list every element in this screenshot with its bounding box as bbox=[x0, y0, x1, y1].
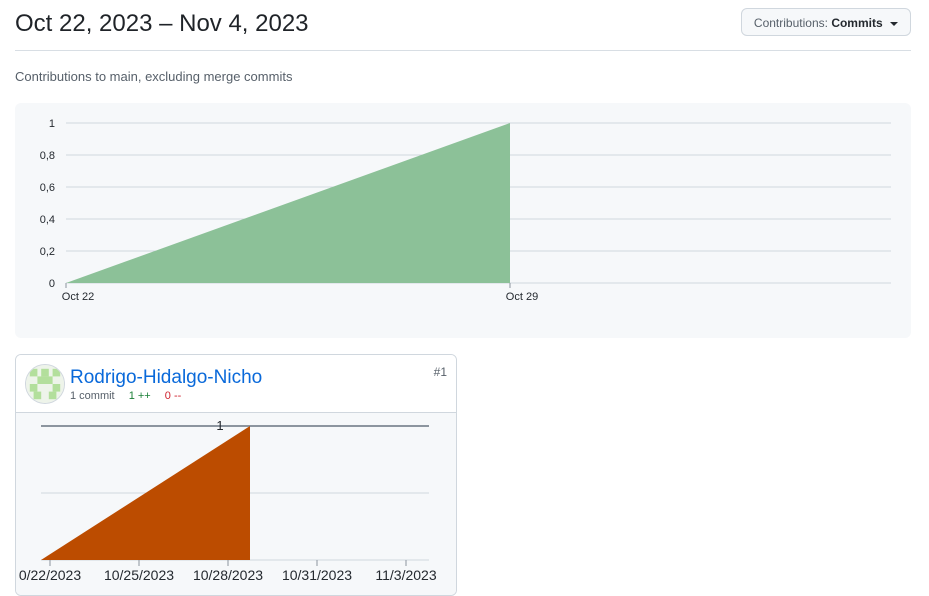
additions-count: 1 ++ bbox=[128, 390, 151, 402]
contributor-chart-svg: 1 0/22/2023 10/25/2023 10/28/2023 10/31/2023… bbox=[19, 418, 437, 583]
main-contributions-chart: 0 0,2 0,4 0,6 0,8 1 Oct 22 Oct 29 bbox=[15, 103, 911, 338]
contributor-card-header: Rodrigo-Hidalgo-Nicho 1 commit 1 ++ 0 --… bbox=[16, 355, 456, 413]
page-header: Oct 22, 2023 – Nov 4, 2023 Contributions… bbox=[15, 0, 911, 51]
commits-area bbox=[66, 123, 510, 283]
deletions-count: 0 -- bbox=[164, 390, 182, 402]
x-tick-label: 10/28/2023 bbox=[193, 567, 263, 583]
identicon-avatar[interactable] bbox=[25, 364, 65, 404]
x-tick-label: 11/3/2023 bbox=[375, 567, 436, 583]
x-tick-label: Oct 22 bbox=[62, 291, 94, 303]
x-tick-label: 10/31/2023 bbox=[282, 567, 352, 583]
caret-down-icon bbox=[890, 21, 898, 26]
y-tick-label: 0,8 bbox=[40, 150, 55, 162]
contributor-chart: 1 0/22/2023 10/25/2023 10/28/2023 10/31/2023… bbox=[16, 413, 456, 595]
contributor-username-link[interactable]: Rodrigo-Hidalgo-Nicho bbox=[70, 367, 262, 389]
contributor-stats: 1 commit 1 ++ 0 -- bbox=[70, 390, 181, 402]
contributions-type-dropdown[interactable]: Contributions: Commits bbox=[740, 8, 911, 36]
contributor-card: Rodrigo-Hidalgo-Nicho 1 commit 1 ++ 0 --… bbox=[15, 354, 457, 596]
y-tick-label: 0,2 bbox=[40, 246, 55, 258]
x-tick-label: 0/22/2023 bbox=[19, 567, 81, 583]
x-tick-label: 10/25/2023 bbox=[104, 567, 174, 583]
contributor-rank: #1 bbox=[433, 365, 447, 379]
y-tick-label: 0,4 bbox=[40, 214, 55, 226]
commit-count[interactable]: 1 commit bbox=[70, 390, 115, 402]
y-tick-label: 1 bbox=[216, 418, 223, 433]
y-tick-label: 0,6 bbox=[40, 182, 55, 194]
date-range-title: Oct 22, 2023 – Nov 4, 2023 bbox=[15, 10, 309, 37]
y-tick-label: 1 bbox=[49, 118, 55, 130]
y-tick-label: 0 bbox=[49, 278, 55, 290]
dropdown-prefix: Contributions: bbox=[753, 16, 828, 30]
x-tick-label: Oct 29 bbox=[506, 291, 538, 303]
contributions-subtitle: Contributions to main, excluding merge c… bbox=[15, 69, 293, 84]
dropdown-selected-value: Commits bbox=[831, 16, 883, 30]
main-chart-svg: 0 0,2 0,4 0,6 0,8 1 Oct 22 Oct 29 bbox=[40, 118, 891, 303]
